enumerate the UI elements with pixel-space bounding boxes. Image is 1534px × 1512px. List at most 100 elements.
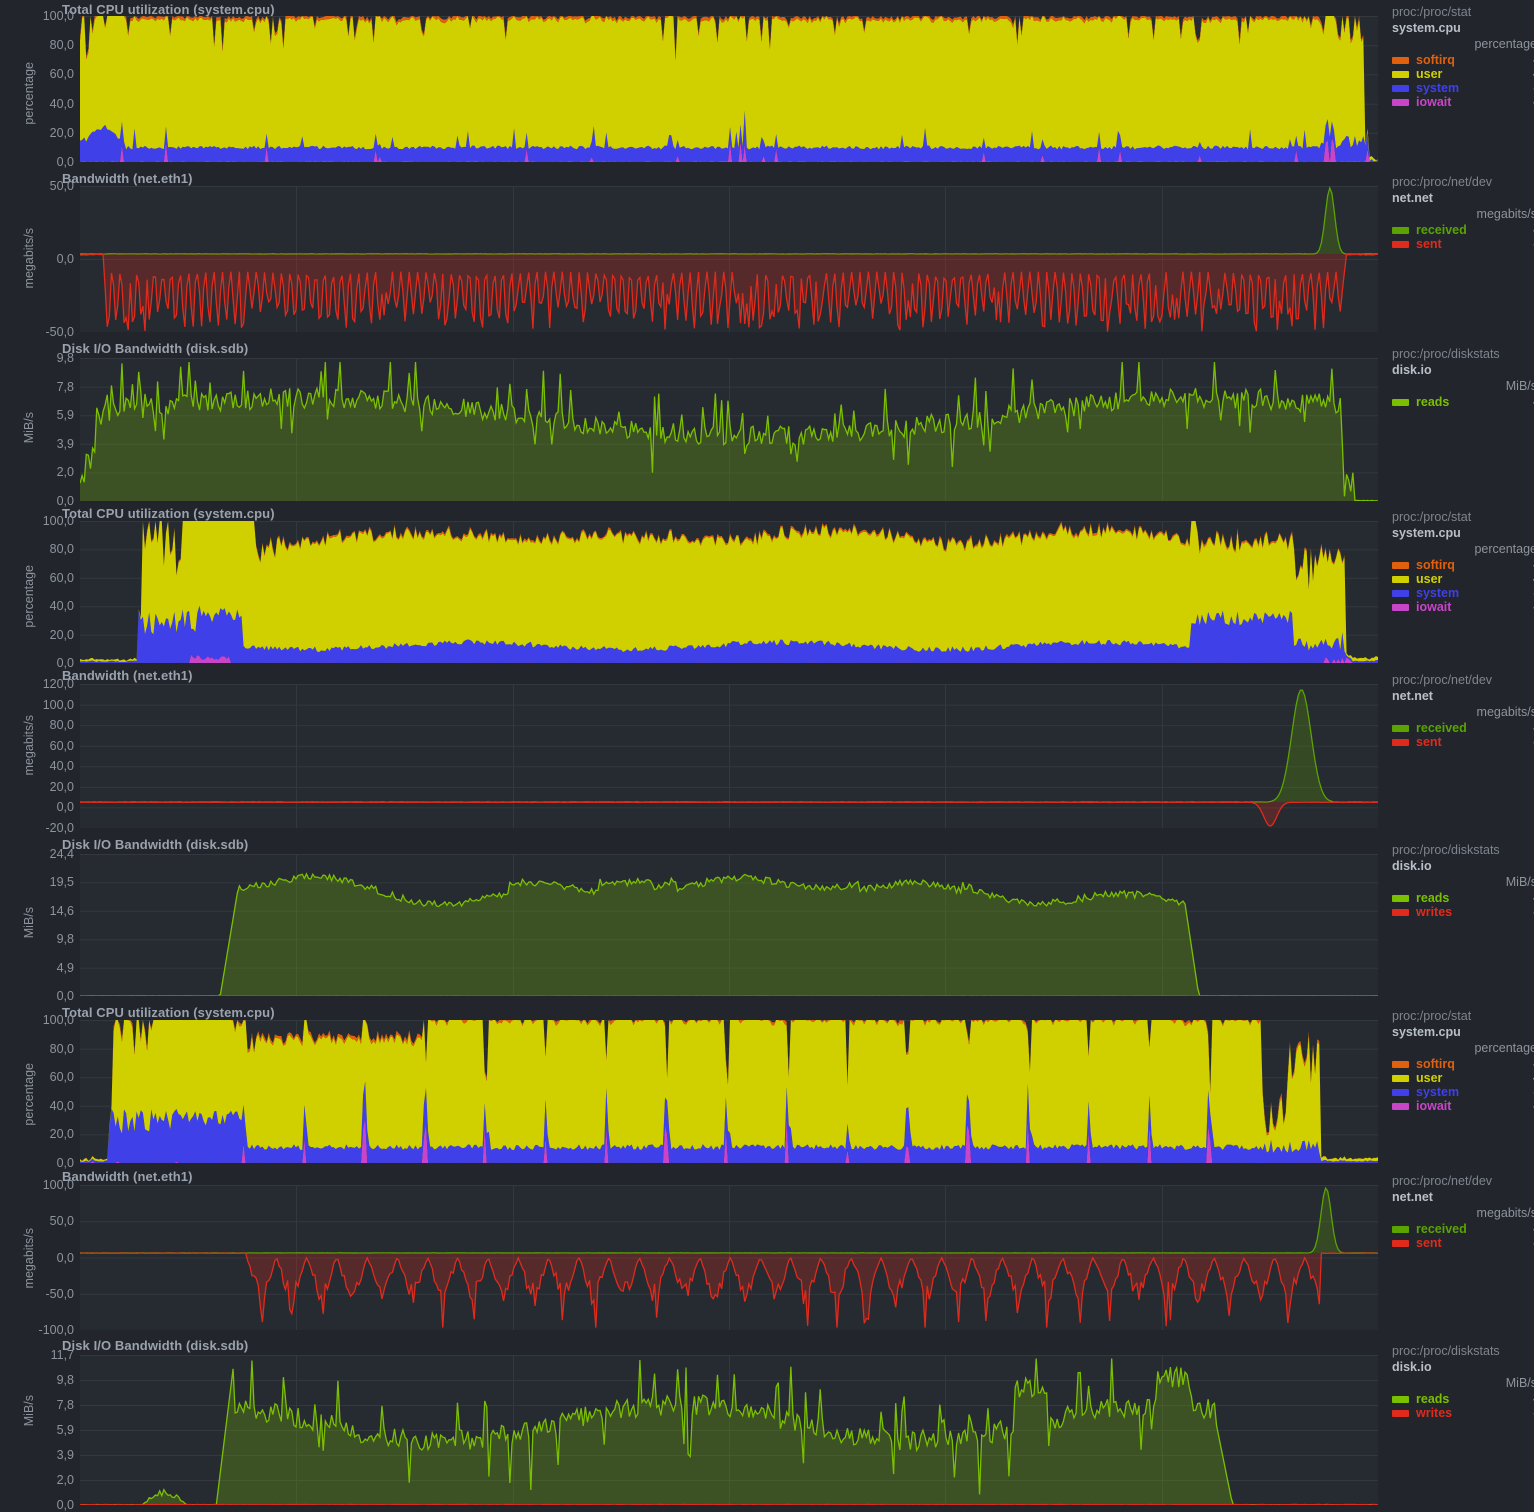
y-tick-label: 4,9 [57, 961, 74, 975]
chart-title: Bandwidth (net.eth1) [62, 1169, 193, 1184]
legend-units: percentage [1392, 1040, 1534, 1057]
y-tick-label: 80,0 [50, 718, 74, 732]
plot-area-net-3[interactable] [80, 1185, 1378, 1330]
legend-context: system.cpu [1392, 20, 1534, 36]
y-tick-label: -50,0 [46, 325, 75, 339]
y-tick-label: 40,0 [50, 1099, 74, 1113]
legend-item-received[interactable]: received- [1392, 1222, 1534, 1236]
plot-area-net-2[interactable] [80, 684, 1378, 828]
legend-item-label: received [1416, 1222, 1533, 1236]
legend-swatch-icon [1392, 725, 1409, 732]
legend-disk-3: proc:/proc/diskstatsdisk.ioMiB/sreads-wr… [1392, 1344, 1534, 1420]
legend-item-softirq[interactable]: softirq- [1392, 558, 1534, 572]
legend-item-label: user [1416, 67, 1533, 81]
legend-item-label: iowait [1416, 95, 1533, 109]
y-tick-label: 60,0 [50, 571, 74, 585]
y-tick-label: 0,0 [57, 155, 74, 169]
legend-swatch-icon [1392, 1396, 1409, 1403]
legend-item-softirq[interactable]: softirq- [1392, 53, 1534, 67]
legend-swatch-icon [1392, 895, 1409, 902]
legend-source: proc:/proc/diskstats [1392, 1344, 1534, 1359]
legend-item-writes[interactable]: writes- [1392, 1406, 1534, 1420]
legend-item-reads[interactable]: reads- [1392, 1392, 1534, 1406]
legend-item-label: iowait [1416, 600, 1533, 614]
legend-item-user[interactable]: user- [1392, 572, 1534, 586]
legend-cpu-2: proc:/proc/statsystem.cpupercentagesofti… [1392, 510, 1534, 614]
y-axis-ticks: 100,080,060,040,020,00,0 [0, 521, 74, 663]
legend-item-label: softirq [1416, 1057, 1533, 1071]
legend-item-iowait[interactable]: iowait- [1392, 600, 1534, 614]
legend-item-system[interactable]: system- [1392, 1085, 1534, 1099]
y-tick-label: 9,8 [57, 351, 74, 365]
legend-context: system.cpu [1392, 525, 1534, 541]
legend-disk-2: proc:/proc/diskstatsdisk.ioMiB/sreads-wr… [1392, 843, 1534, 919]
legend-swatch-icon [1392, 909, 1409, 916]
y-tick-label: 100,0 [43, 698, 74, 712]
legend-item-user[interactable]: user- [1392, 67, 1534, 81]
y-axis-ticks: 100,080,060,040,020,00,0 [0, 16, 74, 162]
plot-area-cpu-2[interactable] [80, 521, 1378, 663]
legend-swatch-icon [1392, 1226, 1409, 1233]
y-tick-label: 40,0 [50, 759, 74, 773]
y-axis-ticks: 11,79,87,85,93,92,00,0 [0, 1355, 74, 1505]
chart-title: Disk I/O Bandwidth (disk.sdb) [62, 341, 248, 356]
legend-source: proc:/proc/stat [1392, 1009, 1534, 1024]
legend-disk-1: proc:/proc/diskstatsdisk.ioMiB/sreads- [1392, 347, 1534, 409]
legend-item-user[interactable]: user- [1392, 1071, 1534, 1085]
legend-item-iowait[interactable]: iowait- [1392, 95, 1534, 109]
y-axis-ticks: 120,0100,080,060,040,020,00,0-20,0 [0, 684, 74, 828]
legend-context: disk.io [1392, 858, 1534, 874]
legend-item-received[interactable]: received- [1392, 223, 1534, 237]
plot-area-disk-3[interactable] [80, 1355, 1378, 1505]
legend-swatch-icon [1392, 1075, 1409, 1082]
series-line-writes [80, 1504, 1378, 1505]
legend-item-writes[interactable]: writes- [1392, 905, 1534, 919]
y-tick-label: 20,0 [50, 628, 74, 642]
legend-item-label: reads [1416, 891, 1533, 905]
legend-item-label: sent [1416, 237, 1533, 251]
y-tick-label: 50,0 [50, 179, 74, 193]
y-tick-label: 80,0 [50, 38, 74, 52]
y-axis-ticks: 24,419,514,69,84,90,0 [0, 854, 74, 996]
plot-area-cpu-3[interactable] [80, 1020, 1378, 1163]
plot-area-net-1[interactable] [80, 186, 1378, 332]
legend-units: MiB/s [1392, 874, 1534, 891]
legend-item-received[interactable]: received- [1392, 721, 1534, 735]
legend-item-system[interactable]: system- [1392, 81, 1534, 95]
legend-item-sent[interactable]: sent- [1392, 1236, 1534, 1250]
y-tick-label: 2,0 [57, 465, 74, 479]
legend-swatch-icon [1392, 1410, 1409, 1417]
y-tick-label: 0,0 [57, 1251, 74, 1265]
legend-cpu-3: proc:/proc/statsystem.cpupercentagesofti… [1392, 1009, 1534, 1113]
y-tick-label: 60,0 [50, 1070, 74, 1084]
legend-units: megabits/s [1392, 704, 1534, 721]
plot-area-disk-2[interactable] [80, 854, 1378, 996]
legend-item-label: iowait [1416, 1099, 1533, 1113]
legend-source: proc:/proc/net/dev [1392, 175, 1534, 190]
legend-swatch-icon [1392, 71, 1409, 78]
legend-item-label: system [1416, 586, 1533, 600]
legend-item-sent[interactable]: sent- [1392, 237, 1534, 251]
legend-item-reads[interactable]: reads- [1392, 395, 1534, 409]
y-tick-label: 19,5 [50, 875, 74, 889]
y-tick-label: 40,0 [50, 599, 74, 613]
legend-swatch-icon [1392, 241, 1409, 248]
legend-item-label: reads [1416, 1392, 1533, 1406]
y-tick-label: 0,0 [57, 989, 74, 1003]
y-tick-label: 40,0 [50, 97, 74, 111]
legend-context: disk.io [1392, 362, 1534, 378]
legend-item-label: writes [1416, 905, 1533, 919]
legend-item-label: user [1416, 572, 1533, 586]
plot-area-cpu-1[interactable] [80, 16, 1378, 162]
legend-item-reads[interactable]: reads- [1392, 891, 1534, 905]
plot-area-disk-1[interactable] [80, 358, 1378, 501]
legend-item-iowait[interactable]: iowait- [1392, 1099, 1534, 1113]
y-tick-label: -20,0 [46, 821, 75, 835]
legend-item-system[interactable]: system- [1392, 586, 1534, 600]
legend-item-sent[interactable]: sent- [1392, 735, 1534, 749]
legend-item-softirq[interactable]: softirq- [1392, 1057, 1534, 1071]
y-tick-label: 2,0 [57, 1473, 74, 1487]
legend-swatch-icon [1392, 576, 1409, 583]
legend-source: proc:/proc/net/dev [1392, 673, 1534, 688]
dashboard-root: Total CPU utilization (system.cpu)percen… [0, 0, 1534, 1511]
